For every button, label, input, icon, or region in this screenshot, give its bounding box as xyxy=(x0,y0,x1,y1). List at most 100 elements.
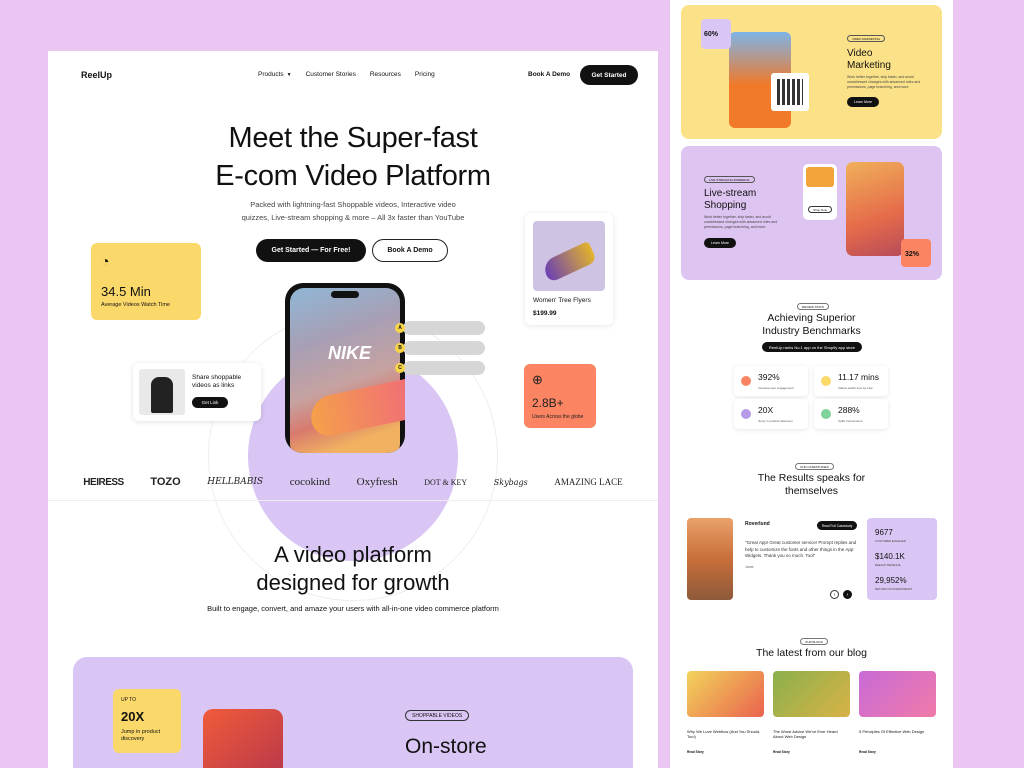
globe-icon: ⊕ xyxy=(532,372,543,387)
benchmark-card: 392% Increase user engagement xyxy=(734,366,808,396)
stat-value: $140.1K xyxy=(875,552,905,561)
book-demo-button[interactable]: Book A Demo xyxy=(372,239,448,262)
read-story-link[interactable]: Read Story xyxy=(687,750,704,754)
next-arrow-icon[interactable]: › xyxy=(843,590,852,599)
case-study-video[interactable] xyxy=(687,518,733,600)
timer-icon: ◔ xyxy=(101,253,110,269)
brand-logos: HEIRESS TOZO HELLBABIS cocokind Oxyfresh… xyxy=(48,467,658,497)
benchmark-label: Uplift Conversions xyxy=(838,419,863,423)
testimonial-author: Jame xyxy=(745,565,754,569)
benchmark-label: Increase user engagement xyxy=(758,386,794,390)
nav-get-started-button[interactable]: Get Started xyxy=(580,65,638,85)
learn-more-button[interactable]: Learn More xyxy=(847,97,879,107)
read-story-link[interactable]: Read Story xyxy=(859,750,876,754)
mini-product-image xyxy=(806,167,834,187)
blog-post-title[interactable]: 5 Principles Of Effective Web Design xyxy=(859,729,933,734)
read-story-link[interactable]: Read Story xyxy=(773,750,790,754)
users-label: Users Across the globe xyxy=(532,414,584,420)
section-tag: LIVE STREAM ECOMMERCE xyxy=(704,176,755,183)
brand-logo: TOZO xyxy=(150,476,181,488)
qr-pattern xyxy=(777,79,803,105)
hero-title: Meet the Super-fast E-com Video Platform xyxy=(215,122,491,192)
brand-logo: DOT & KEY xyxy=(424,477,468,487)
feature-photo xyxy=(203,709,283,768)
shopify-rank-pill: ReelUp ranks No.1 app on the Shopify app… xyxy=(762,342,862,352)
jacket-shape xyxy=(151,377,173,413)
product-card[interactable]: Women' Tree Flyers $199.99 xyxy=(525,213,613,325)
section-tag: REVIEW STATS xyxy=(797,303,829,310)
brand-logo: cocokind xyxy=(289,476,331,488)
blog-post-title[interactable]: The Worst Advice We've Ever Heard About … xyxy=(773,729,847,739)
results-stats-card: 9677 CUSTOMER ENGAGED $140.1K REELUP REV… xyxy=(867,518,937,600)
benchmark-value: 20X xyxy=(758,405,774,415)
nav-resources[interactable]: Resources xyxy=(370,71,401,78)
blog-image[interactable] xyxy=(687,671,764,717)
page-preview-column: 60% VIDEO MARKETING Video Marketing Work… xyxy=(670,0,953,768)
brand-logo: HEIRESS xyxy=(83,476,124,488)
prev-arrow-icon[interactable]: ‹ xyxy=(830,590,839,599)
blog-image[interactable] xyxy=(773,671,850,717)
shoe-image xyxy=(307,377,405,439)
nav-products[interactable]: Products ▼ xyxy=(258,71,292,78)
mini-product-card[interactable]: Shop Now xyxy=(803,164,837,220)
badge-value: 60% xyxy=(704,31,719,38)
benchmark-icon xyxy=(741,376,751,386)
nav-pricing[interactable]: Pricing xyxy=(415,71,435,78)
discovery-label: Jump in product discovery xyxy=(121,729,161,742)
product-name: Women' Tree Flyers xyxy=(533,297,591,304)
shop-now-button[interactable]: Shop Now xyxy=(808,206,832,213)
video-marketing-section: 60% VIDEO MARKETING Video Marketing Work… xyxy=(681,5,942,139)
section-tag: VIDEO MARKETING xyxy=(847,35,886,42)
blog-post-title[interactable]: Why We Love Webflow (And You Should, Too… xyxy=(687,729,761,739)
benchmark-label: Videos watch time by Like xyxy=(838,386,873,390)
video-screen: NIKE xyxy=(290,288,405,453)
benchmark-icon xyxy=(821,409,831,419)
divider xyxy=(48,500,658,501)
blog-title: The latest from our blog xyxy=(756,647,867,659)
quiz-option[interactable] xyxy=(403,321,485,335)
section-subtitle: Built to engage, convert, and amaze your… xyxy=(207,604,499,613)
live-video-phone xyxy=(846,162,904,256)
users-card: ⊕ 2.8B+ Users Across the globe xyxy=(524,364,596,428)
testimonial-brand: Roverlund xyxy=(745,521,770,527)
discovery-value: 20X xyxy=(121,709,145,724)
logo[interactable]: ReelUp xyxy=(81,70,112,80)
get-started-free-button[interactable]: Get Started — For Free! xyxy=(256,239,366,262)
testimonial: Roverlund Read Full Casestudy "Great App… xyxy=(745,518,865,600)
share-link-card: Share shoppable videos as links Get Link xyxy=(133,363,261,421)
brand-text: NIKE xyxy=(328,343,372,363)
nav-links: Products ▼ Customer Stories Resources Pri… xyxy=(258,71,435,78)
blog-image[interactable] xyxy=(859,671,936,717)
percent-value: 32% xyxy=(905,251,920,258)
stat-value: 29,952% xyxy=(875,576,907,585)
live-stream-section: LIVE STREAM ECOMMERCE Live-stream Shoppi… xyxy=(681,146,942,280)
read-casestudy-button[interactable]: Read Full Casestudy xyxy=(817,521,857,530)
brand-logo: Skybags xyxy=(493,477,528,487)
get-link-button[interactable]: Get Link xyxy=(192,397,228,408)
benchmark-value: 11.17 mins xyxy=(838,372,879,382)
quiz-option-letter: A xyxy=(395,323,405,333)
learn-more-button[interactable]: Learn More xyxy=(704,238,736,248)
quiz-option[interactable] xyxy=(403,341,485,355)
brand-logo: Oxyfresh xyxy=(356,476,398,488)
phone-notch xyxy=(331,291,359,298)
nav-customer-stories[interactable]: Customer Stories xyxy=(306,71,356,78)
share-image xyxy=(139,369,185,415)
benchmark-card: 11.17 mins Videos watch time by Like xyxy=(814,366,888,396)
nav-book-demo[interactable]: Book A Demo xyxy=(528,71,570,78)
percent-badge: 60% xyxy=(701,19,731,49)
phone-mockup: NIKE xyxy=(285,283,405,453)
quiz-option[interactable] xyxy=(403,361,485,375)
benchmark-card: 288% Uplift Conversions xyxy=(814,399,888,429)
share-text: Share shoppable videos as links xyxy=(192,374,242,389)
brand-logo: AMAZING LACE xyxy=(554,477,623,487)
watch-time-card: ◔ 34.5 Min Average Videos Watch Time xyxy=(91,243,201,320)
stat-value: 9677 xyxy=(875,528,893,537)
feature-tag: SHOPPABLE VIDEOS xyxy=(405,710,470,721)
quiz-option-letter: C xyxy=(395,363,405,373)
stat-label: CUSTOMER ENGAGED xyxy=(875,539,906,543)
hero-subtitle: Packed with lightning-fast Shoppable vid… xyxy=(241,200,465,222)
section-desc: Work better together, ship faster, and a… xyxy=(704,215,778,229)
sneaker-shape xyxy=(540,241,598,283)
benchmark-value: 392% xyxy=(758,372,780,382)
